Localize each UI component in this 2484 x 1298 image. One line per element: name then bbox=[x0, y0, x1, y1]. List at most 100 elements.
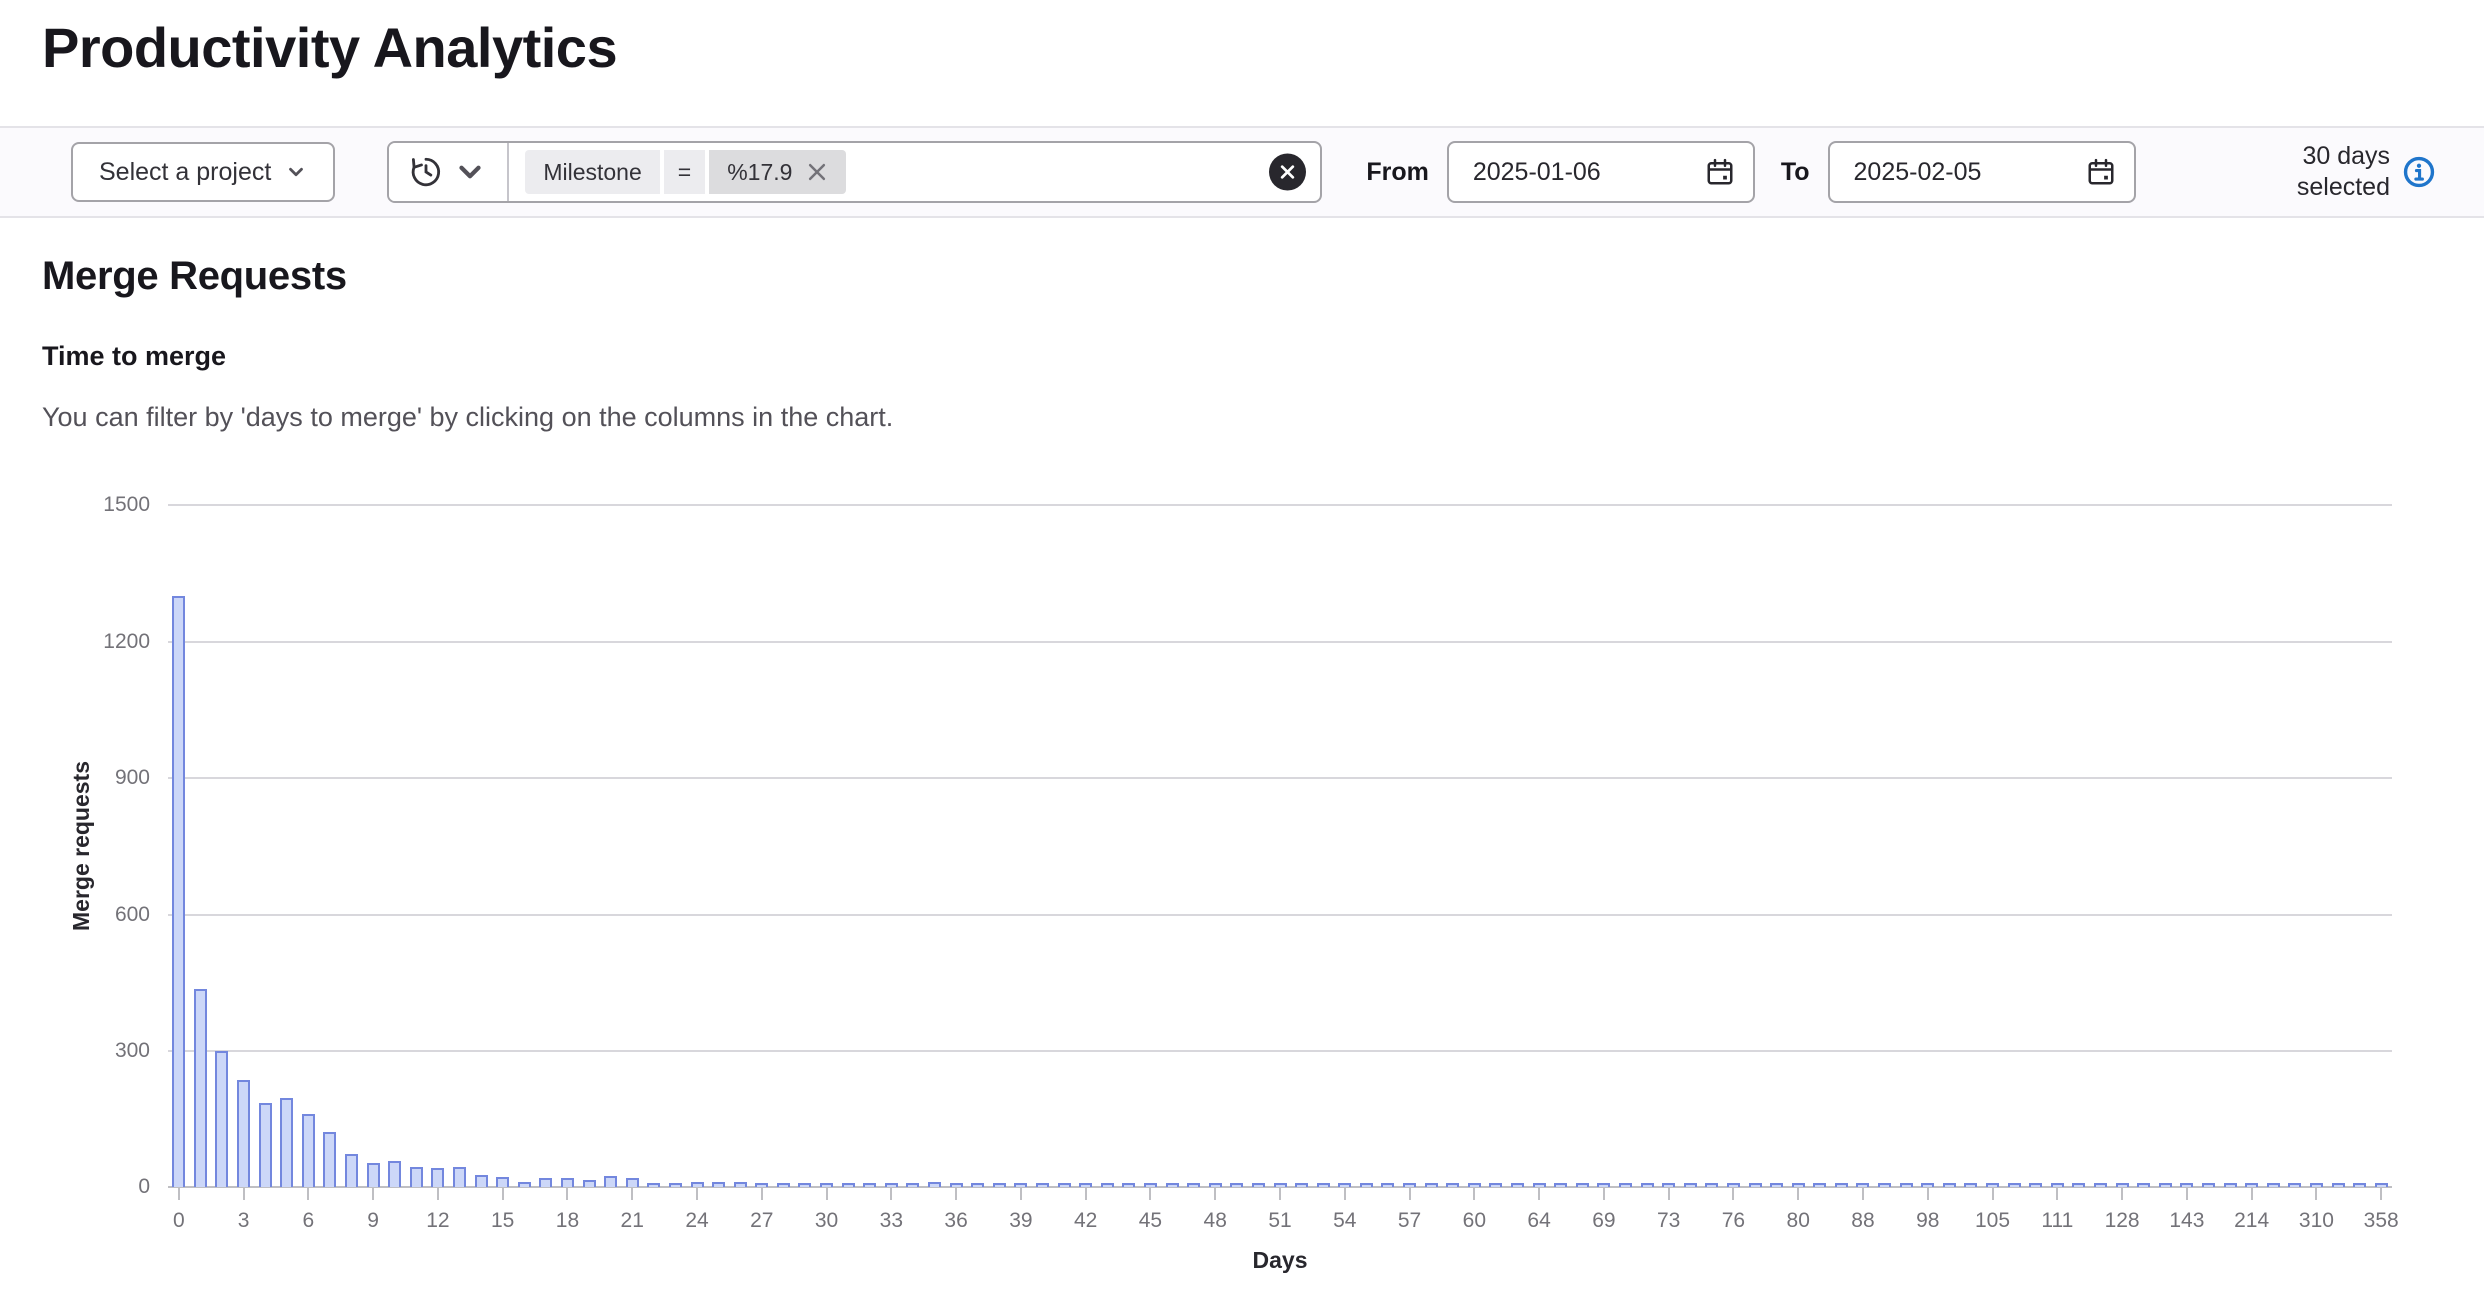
bar-day-75[interactable] bbox=[1705, 1183, 1718, 1187]
bar-day-3[interactable] bbox=[237, 1080, 250, 1187]
bar-day-4[interactable] bbox=[259, 1103, 272, 1187]
bar-day-65[interactable] bbox=[1554, 1183, 1567, 1187]
bar-day-35[interactable] bbox=[928, 1182, 941, 1187]
bar-day-57[interactable] bbox=[1403, 1183, 1416, 1187]
bar-day-17[interactable] bbox=[539, 1178, 552, 1187]
bar-day-16[interactable] bbox=[518, 1182, 531, 1187]
bar-day-19[interactable] bbox=[583, 1180, 596, 1187]
token-operator[interactable]: = bbox=[664, 150, 705, 194]
bar-day-21[interactable] bbox=[626, 1178, 639, 1187]
bar-day-48[interactable] bbox=[1209, 1183, 1222, 1187]
bar-day-325[interactable] bbox=[2332, 1183, 2345, 1187]
bar-day-52[interactable] bbox=[1295, 1183, 1308, 1187]
bar-day-67[interactable] bbox=[1576, 1183, 1589, 1187]
bar-day-115[interactable] bbox=[2072, 1183, 2085, 1187]
bar-day-32[interactable] bbox=[863, 1183, 876, 1187]
bar-day-8[interactable] bbox=[345, 1154, 358, 1187]
bar-day-310[interactable] bbox=[2310, 1183, 2323, 1187]
bar-day-56[interactable] bbox=[1381, 1183, 1394, 1187]
bar-day-76[interactable] bbox=[1727, 1183, 1740, 1187]
bar-day-44[interactable] bbox=[1122, 1183, 1135, 1187]
from-date-input[interactable]: 2025-01-06 bbox=[1447, 141, 1755, 203]
bar-day-22[interactable] bbox=[647, 1183, 660, 1187]
bar-day-7[interactable] bbox=[323, 1132, 336, 1187]
clear-search-button[interactable] bbox=[1269, 154, 1306, 191]
bar-day-49[interactable] bbox=[1230, 1183, 1243, 1187]
token-name[interactable]: Milestone bbox=[525, 150, 659, 194]
bar-day-20[interactable] bbox=[604, 1176, 617, 1187]
bar-day-41[interactable] bbox=[1058, 1183, 1071, 1187]
bar-day-53[interactable] bbox=[1317, 1183, 1330, 1187]
bar-day-80[interactable] bbox=[1792, 1183, 1805, 1187]
bar-day-128[interactable] bbox=[2116, 1183, 2129, 1187]
bar-day-107[interactable] bbox=[2008, 1183, 2021, 1187]
bar-day-105[interactable] bbox=[1986, 1183, 1999, 1187]
bar-day-26[interactable] bbox=[734, 1182, 747, 1187]
token-close-icon[interactable] bbox=[806, 161, 828, 183]
bar-day-54[interactable] bbox=[1338, 1183, 1351, 1187]
bar-day-59[interactable] bbox=[1446, 1183, 1459, 1187]
bar-day-85[interactable] bbox=[1835, 1183, 1848, 1187]
bar-day-36[interactable] bbox=[950, 1183, 963, 1187]
bar-day-38[interactable] bbox=[993, 1183, 1006, 1187]
search-history-dropdown[interactable] bbox=[389, 143, 509, 201]
bar-day-73[interactable] bbox=[1662, 1183, 1675, 1187]
bar-day-61[interactable] bbox=[1489, 1183, 1502, 1187]
information-icon[interactable] bbox=[2402, 155, 2436, 189]
bar-day-14[interactable] bbox=[475, 1175, 488, 1187]
bar-day-138[interactable] bbox=[2159, 1183, 2172, 1187]
bar-day-55[interactable] bbox=[1360, 1183, 1373, 1187]
bar-day-43[interactable] bbox=[1101, 1183, 1114, 1187]
bar-day-31[interactable] bbox=[842, 1183, 855, 1187]
bar-day-33[interactable] bbox=[885, 1183, 898, 1187]
bar-day-109[interactable] bbox=[2029, 1183, 2042, 1187]
bar-day-9[interactable] bbox=[367, 1163, 380, 1187]
bar-day-64[interactable] bbox=[1533, 1183, 1546, 1187]
bar-day-58[interactable] bbox=[1425, 1183, 1438, 1187]
bar-day-188[interactable] bbox=[2224, 1183, 2237, 1187]
bar-day-98[interactable] bbox=[1921, 1183, 1934, 1187]
bar-day-27[interactable] bbox=[755, 1183, 768, 1187]
bar-day-34[interactable] bbox=[906, 1183, 919, 1187]
bar-day-1[interactable] bbox=[194, 989, 207, 1187]
bar-day-10[interactable] bbox=[388, 1161, 401, 1187]
bar-day-11[interactable] bbox=[410, 1167, 423, 1187]
bar-day-24[interactable] bbox=[691, 1182, 704, 1187]
bar-day-18[interactable] bbox=[561, 1178, 574, 1187]
bar-day-143[interactable] bbox=[2180, 1183, 2193, 1187]
bar-day-47[interactable] bbox=[1187, 1183, 1200, 1187]
bar-day-46[interactable] bbox=[1166, 1183, 1179, 1187]
bar-day-133[interactable] bbox=[2137, 1183, 2150, 1187]
bar-day-15[interactable] bbox=[496, 1177, 509, 1187]
bar-day-25[interactable] bbox=[712, 1182, 725, 1187]
bar-day-100[interactable] bbox=[1943, 1183, 1956, 1187]
bar-day-60[interactable] bbox=[1468, 1183, 1481, 1187]
bar-day-71[interactable] bbox=[1641, 1183, 1654, 1187]
bar-day-13[interactable] bbox=[453, 1167, 466, 1187]
bar-day-74[interactable] bbox=[1684, 1183, 1697, 1187]
bar-day-165[interactable] bbox=[2202, 1183, 2215, 1187]
bar-day-69[interactable] bbox=[1597, 1183, 1610, 1187]
bar-day-277[interactable] bbox=[2288, 1183, 2301, 1187]
bar-day-40[interactable] bbox=[1036, 1183, 1049, 1187]
bar-day-70[interactable] bbox=[1619, 1183, 1632, 1187]
bar-day-358[interactable] bbox=[2375, 1183, 2388, 1187]
bar-day-51[interactable] bbox=[1274, 1183, 1287, 1187]
bar-day-102[interactable] bbox=[1964, 1183, 1977, 1187]
bar-day-214[interactable] bbox=[2245, 1183, 2258, 1187]
bar-day-37[interactable] bbox=[971, 1183, 984, 1187]
bar-day-42[interactable] bbox=[1079, 1183, 1092, 1187]
filtered-search-input[interactable]: Milestone = %17.9 bbox=[509, 143, 1320, 201]
bar-day-12[interactable] bbox=[431, 1168, 444, 1187]
bar-day-39[interactable] bbox=[1014, 1183, 1027, 1187]
bar-day-341[interactable] bbox=[2353, 1183, 2366, 1187]
bar-day-30[interactable] bbox=[820, 1183, 833, 1187]
bar-day-91[interactable] bbox=[1878, 1183, 1891, 1187]
bar-day-23[interactable] bbox=[669, 1183, 682, 1187]
bar-day-245[interactable] bbox=[2267, 1183, 2280, 1187]
to-date-input[interactable]: 2025-02-05 bbox=[1828, 141, 2136, 203]
bar-day-6[interactable] bbox=[302, 1114, 315, 1187]
token-value[interactable]: %17.9 bbox=[709, 150, 846, 194]
bar-day-121[interactable] bbox=[2094, 1183, 2107, 1187]
project-dropdown-button[interactable]: Select a project bbox=[71, 142, 335, 202]
